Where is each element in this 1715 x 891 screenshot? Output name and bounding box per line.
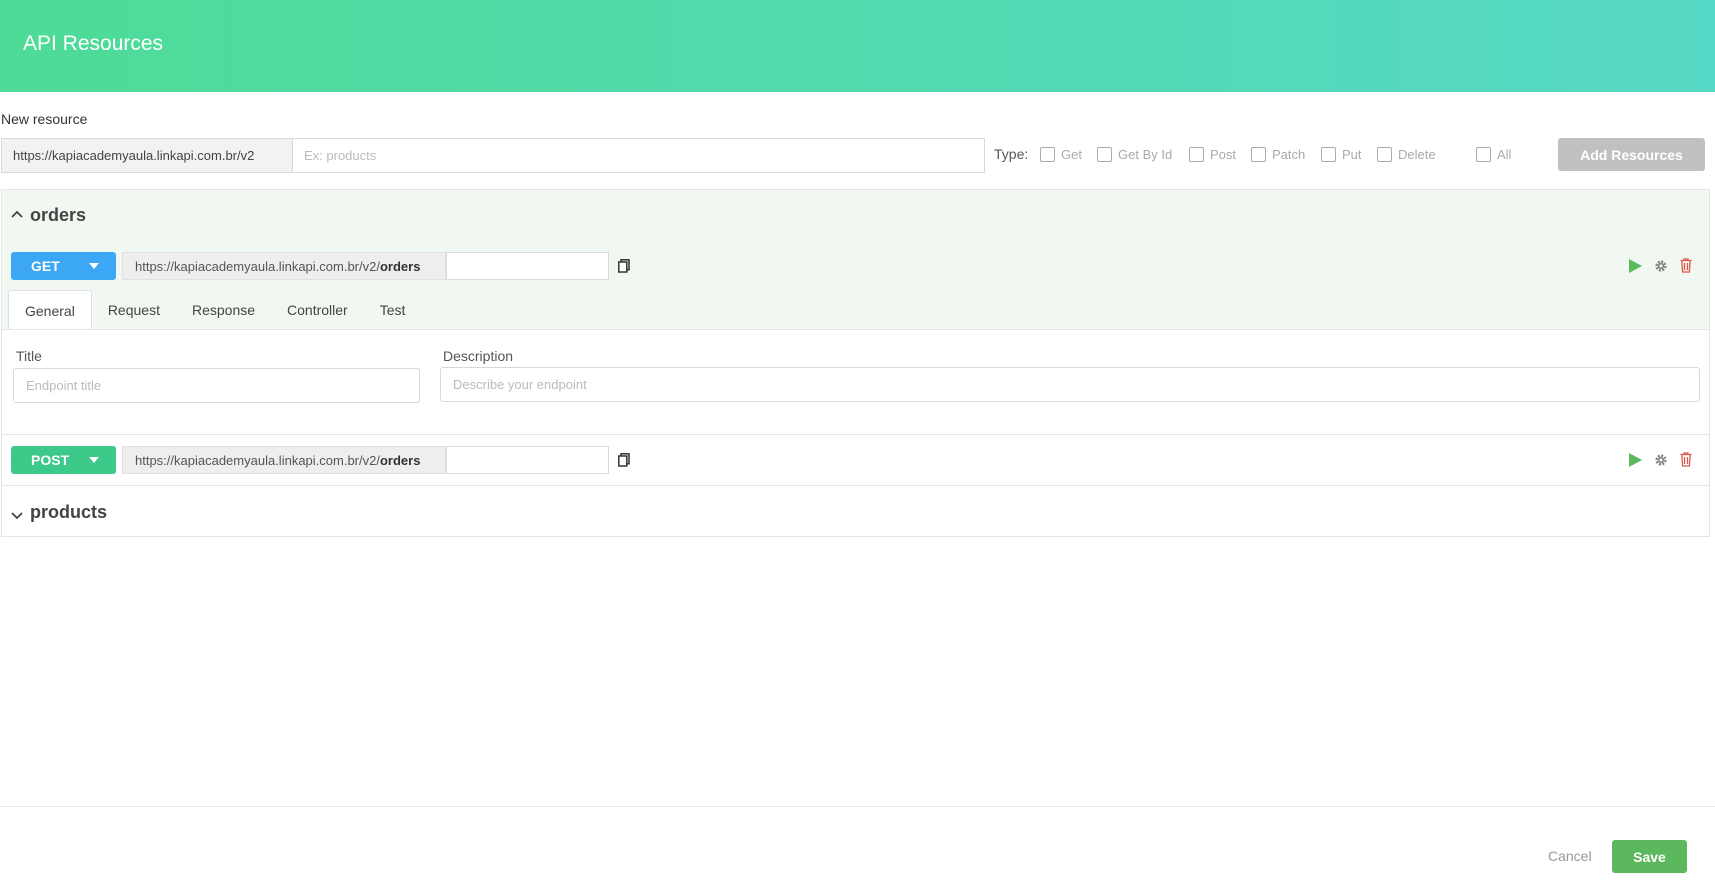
type-checkbox-get-by-id[interactable]: Get By Id bbox=[1097, 145, 1172, 163]
endpoint-path-input[interactable] bbox=[446, 252, 609, 280]
endpoint-title-input[interactable] bbox=[13, 368, 420, 403]
checkbox-icon[interactable] bbox=[1189, 146, 1204, 162]
checkbox-icon[interactable] bbox=[1040, 146, 1055, 162]
type-checkbox-all[interactable]: All bbox=[1476, 145, 1511, 163]
checkbox-icon[interactable] bbox=[1476, 146, 1491, 162]
chevron-down-icon[interactable] bbox=[11, 509, 23, 523]
gear-icon[interactable] bbox=[1654, 453, 1668, 472]
base-url-prefix: https://kapiacademyaula.linkapi.com.br/v… bbox=[1, 138, 293, 173]
type-checkbox-put[interactable]: Put bbox=[1321, 145, 1362, 163]
divider bbox=[2, 434, 1709, 435]
resources-panel: orders GET https://kapiacademyaula.linka… bbox=[1, 189, 1710, 537]
endpoint-path-input[interactable] bbox=[446, 446, 609, 474]
caret-down-icon bbox=[89, 263, 99, 269]
checkbox-icon[interactable] bbox=[1377, 146, 1392, 162]
endpoint-url-prefix: https://kapiacademyaula.linkapi.com.br/v… bbox=[122, 446, 446, 474]
trash-icon[interactable] bbox=[1680, 258, 1692, 278]
copy-icon[interactable] bbox=[618, 259, 630, 273]
new-resource-label: New resource bbox=[1, 111, 88, 127]
type-checkbox-get[interactable]: Get bbox=[1040, 145, 1082, 163]
footer-divider bbox=[0, 806, 1715, 807]
method-dropdown-post[interactable]: POST bbox=[11, 446, 116, 474]
tab-response[interactable]: Response bbox=[176, 290, 271, 330]
chevron-up-icon[interactable] bbox=[11, 207, 23, 221]
tab-controller[interactable]: Controller bbox=[271, 290, 364, 330]
endpoint-url-prefix: https://kapiacademyaula.linkapi.com.br/v… bbox=[122, 252, 446, 280]
gear-icon[interactable] bbox=[1654, 259, 1668, 278]
tab-divider bbox=[2, 329, 1709, 330]
endpoint-tabs: General Request Response Controller Test bbox=[8, 290, 421, 330]
save-button[interactable]: Save bbox=[1612, 840, 1687, 873]
page-header: API Resources bbox=[0, 0, 1715, 92]
type-checkbox-delete[interactable]: Delete bbox=[1377, 145, 1436, 163]
play-icon[interactable] bbox=[1629, 259, 1642, 278]
resource-path-input[interactable] bbox=[292, 138, 985, 173]
type-label: Type: bbox=[994, 146, 1029, 162]
tab-test[interactable]: Test bbox=[364, 290, 422, 330]
method-dropdown-get[interactable]: GET bbox=[11, 252, 116, 280]
add-resources-button[interactable]: Add Resources bbox=[1558, 138, 1705, 171]
checkbox-icon[interactable] bbox=[1097, 146, 1112, 162]
description-label: Description bbox=[443, 348, 514, 364]
type-checkbox-post[interactable]: Post bbox=[1189, 145, 1236, 163]
title-label: Title bbox=[16, 348, 42, 364]
copy-icon[interactable] bbox=[618, 453, 630, 467]
group-title-orders[interactable]: orders bbox=[30, 205, 86, 226]
tab-request[interactable]: Request bbox=[92, 290, 176, 330]
play-icon[interactable] bbox=[1629, 453, 1642, 472]
caret-down-icon bbox=[89, 457, 99, 463]
divider bbox=[2, 485, 1709, 486]
endpoint-description-input[interactable] bbox=[440, 367, 1700, 402]
type-checkbox-patch[interactable]: Patch bbox=[1251, 145, 1305, 163]
group-title-products[interactable]: products bbox=[30, 502, 107, 523]
tab-general[interactable]: General bbox=[8, 290, 92, 330]
checkbox-icon[interactable] bbox=[1251, 146, 1266, 162]
cancel-button[interactable]: Cancel bbox=[1548, 848, 1592, 864]
trash-icon[interactable] bbox=[1680, 452, 1692, 472]
checkbox-icon[interactable] bbox=[1321, 146, 1336, 162]
page-title: API Resources bbox=[23, 32, 164, 55]
